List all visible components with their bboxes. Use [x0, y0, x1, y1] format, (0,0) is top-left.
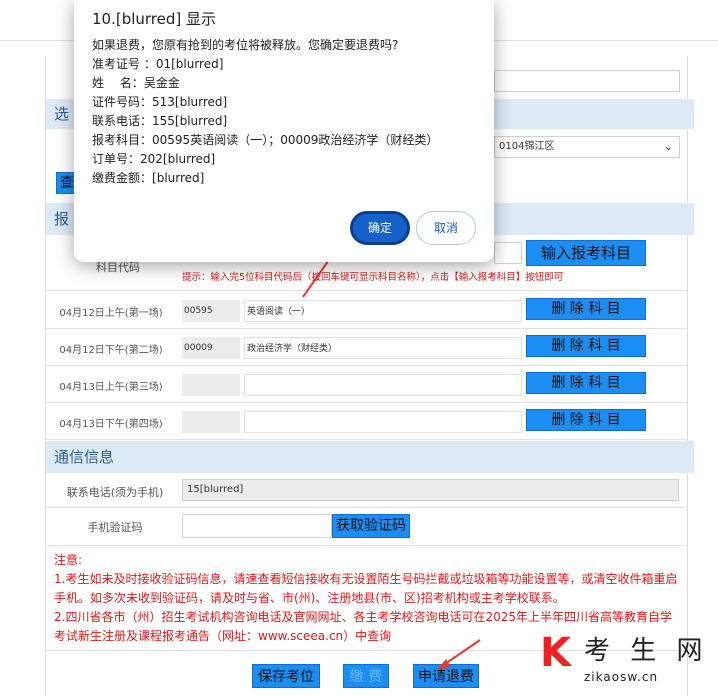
dialog-field-row: 缴费金额：[blurred] — [92, 169, 438, 188]
dialog-field-row: 准考证号 ：01[blurred] — [92, 55, 438, 74]
dialog-field-label: 缴费金额： — [92, 171, 153, 185]
dialog-message: 如果退费，您原有抢到的考位将被释放。您确定要退费吗? — [92, 38, 399, 52]
dialog-field-row: 证件号码：513[blurred] — [92, 93, 438, 112]
watermark-url: zikaosw.cn — [584, 670, 659, 684]
dialog-field-label: 订单号： — [92, 152, 141, 166]
dialog-field-row: 姓 名：吴金金 — [92, 74, 438, 93]
dialog-field-row: 订单号：202[blurred] — [92, 150, 438, 169]
dialog-fields: 准考证号 ：01[blurred] 姓 名：吴金金 证件号码：513[blurred… — [92, 55, 438, 188]
watermark-logo: K — [540, 630, 571, 676]
dialog-field-label: 准考证号 ： — [92, 57, 156, 71]
dialog-field-label: 报考科目： — [92, 133, 153, 147]
dialog-body: 如果退费，您原有抢到的考位将被释放。您确定要退费吗? 准考证号 ：01[blur… — [92, 36, 438, 188]
dialog-field-value: 吴金金 — [143, 76, 180, 90]
arrow-to-refund — [444, 639, 481, 665]
dialog-field-label: 联系电话： — [92, 114, 153, 128]
dialog-field-row: 报考科目：00595英语阅读（一）；00009政治经济学（财经类） — [92, 131, 438, 150]
dialog-field-label: 证件号码： — [92, 95, 153, 109]
dialog-field-value: 155[blurred] — [152, 114, 228, 128]
ok-button[interactable]: 确定 — [350, 211, 410, 245]
cancel-button[interactable]: 取消 — [416, 211, 476, 245]
dialog-field-value: 00595英语阅读（一）；00009政治经济学（财经类） — [152, 133, 439, 147]
dialog-field-label: 姓 名： — [92, 76, 144, 90]
confirm-dialog: 10.[blurred] 显示 如果退费，您原有抢到的考位将被释放。您确定要退费… — [74, 0, 494, 262]
dialog-field-value: 202[blurred] — [140, 152, 216, 166]
dialog-title: 10.[blurred] 显示 — [92, 10, 217, 28]
dialog-field-row: 联系电话：155[blurred] — [92, 112, 438, 131]
dialog-field-value: [blurred] — [152, 171, 205, 185]
dialog-field-value: 01[blurred] — [155, 57, 224, 71]
watermark-text: 考 生 网 — [584, 636, 709, 666]
dialog-field-value: 513[blurred] — [152, 95, 228, 109]
